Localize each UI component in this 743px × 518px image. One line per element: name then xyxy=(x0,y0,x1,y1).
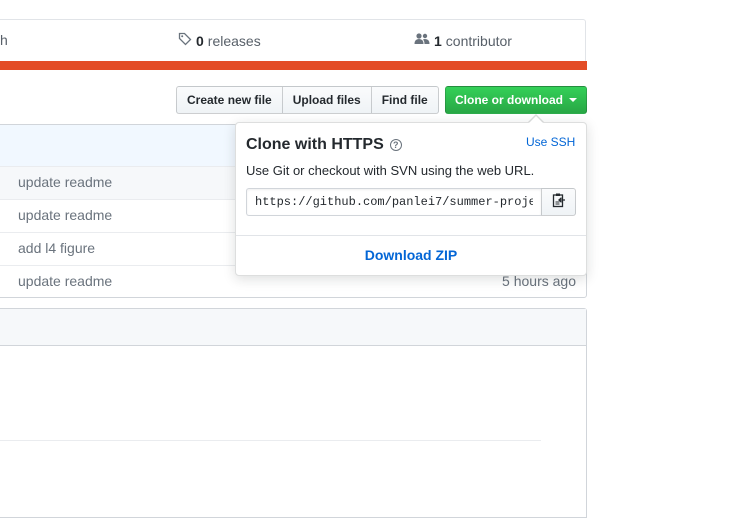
clipboard-icon xyxy=(552,192,566,213)
contributors-count: 1 xyxy=(434,32,442,49)
people-icon xyxy=(414,32,430,49)
download-zip-link[interactable]: Download ZIP xyxy=(236,247,586,263)
releases-link[interactable]: 0 releases xyxy=(178,32,261,49)
dropdown-arrow-fill xyxy=(529,116,543,123)
question-icon[interactable]: ? xyxy=(389,139,402,151)
clone-title: Clone with HTTPS ? xyxy=(246,136,402,154)
releases-label: releases xyxy=(207,32,261,49)
caret-down-icon xyxy=(569,98,577,102)
clone-button-label: Clone or download xyxy=(455,93,563,107)
branches-label-fragment: h xyxy=(0,32,8,48)
clone-url-group xyxy=(246,188,576,216)
commit-message-link[interactable]: update readme xyxy=(18,207,112,223)
use-ssh-link[interactable]: Use SSH xyxy=(526,135,575,149)
page-border xyxy=(586,320,587,503)
find-file-button[interactable]: Find file xyxy=(370,86,439,114)
releases-count: 0 xyxy=(196,32,204,49)
clone-description: Use Git or checkout with SVN using the w… xyxy=(246,163,535,178)
clone-or-download-button[interactable]: Clone or download xyxy=(445,86,587,114)
upload-files-button[interactable]: Upload files xyxy=(281,86,372,114)
dropdown-divider xyxy=(236,235,586,236)
tag-icon xyxy=(178,32,192,49)
clone-url-input[interactable] xyxy=(246,188,541,216)
commit-message-link[interactable]: update readme xyxy=(18,273,112,289)
readme-header xyxy=(0,309,586,346)
contributors-label: contributor xyxy=(445,32,512,49)
copy-url-button[interactable] xyxy=(541,188,576,216)
readme-divider xyxy=(0,440,541,441)
clone-title-text: Clone with HTTPS xyxy=(246,136,384,153)
commit-message-link[interactable]: update readme xyxy=(18,174,112,190)
language-bar[interactable] xyxy=(0,61,587,70)
contributors-link[interactable]: 1 contributor xyxy=(414,32,512,49)
create-new-file-button[interactable]: Create new file xyxy=(176,86,283,114)
commit-message-link[interactable]: add l4 figure xyxy=(18,240,95,256)
branches-link[interactable]: h xyxy=(0,32,8,48)
file-actions-group: Create new file Upload files Find file xyxy=(176,86,439,114)
